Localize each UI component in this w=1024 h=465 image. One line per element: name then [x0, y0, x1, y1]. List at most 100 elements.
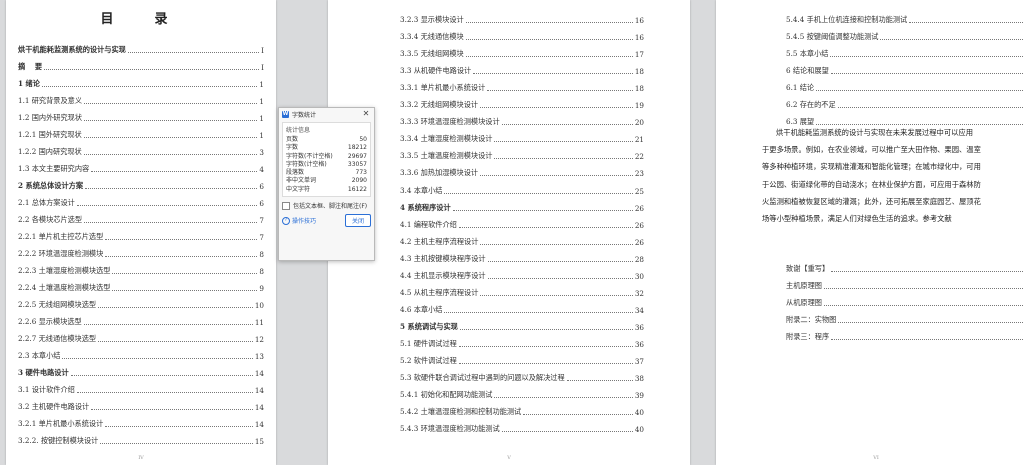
toc-entry[interactable]: 2.2.4 土壤温度检测模块选型 9: [18, 276, 264, 293]
toc-leader-dots: [480, 243, 633, 245]
wps-writer-icon: W: [282, 110, 289, 118]
toc-entry-title: 2.3 本章小结: [18, 351, 61, 360]
toc-entry[interactable]: 5.2 软件调试过程 37: [400, 349, 644, 366]
toc-entry[interactable]: 主机原理图5: [786, 274, 1024, 291]
toc-entry[interactable]: 3.1 设计软件介绍 14: [18, 378, 264, 395]
toc-entry-title: 2.2.4 土壤温度检测模块选型: [18, 283, 111, 292]
toc-entry-title: 5.3 软硬件联合调试过程中遇到的问题以及解决过程: [400, 373, 565, 383]
toc-entry[interactable]: 附录三：程序5: [786, 325, 1024, 342]
toc-entry[interactable]: 摘 要I: [18, 55, 264, 72]
dialog-titlebar[interactable]: W 字数统计 ✕: [279, 108, 374, 120]
checkbox-box[interactable]: [282, 201, 290, 210]
toc-entry-title: 5.5 本章小结: [786, 49, 829, 58]
toc-entry-title: 2.1 总体方案设计: [18, 198, 75, 207]
toc-entry[interactable]: 4.1 编程软件介绍 26: [400, 213, 644, 230]
toc-leader-dots: [458, 226, 633, 228]
toc-entry[interactable]: 3 硬件电路设计 14: [18, 361, 264, 378]
toc-entry[interactable]: 附录二：实物图5: [786, 308, 1024, 325]
toc-entry[interactable]: 从机原理图5: [786, 291, 1024, 308]
toc-entry[interactable]: 5.5 本章小结4: [786, 42, 1024, 59]
toc-entry-page: 36: [634, 322, 644, 332]
toc-entry[interactable]: 3.3.3 环境温湿度检测模块设计 20: [400, 110, 644, 127]
toc-entry[interactable]: 2.2.6 显示模块选型 11: [18, 310, 264, 327]
toc-entry[interactable]: 5.4.4 手机上位机连接和控制功能测试4: [786, 8, 1024, 25]
toc-entry-page: 16: [634, 16, 644, 26]
stat-value: 29697: [347, 152, 367, 160]
toc-entry[interactable]: 3.3.5 土壤温度检测模块设计 22: [400, 144, 644, 161]
toc-entry[interactable]: 5.4.1 初始化和配网功能测试 39: [400, 383, 644, 400]
toc-entry[interactable]: 4.3 主机按键模块程序设计 28: [400, 247, 644, 264]
toc-entry[interactable]: 3.3.2 无线组网模块设计 19: [400, 93, 644, 110]
toc-leader-dots: [487, 260, 633, 262]
toc-entry[interactable]: 3.3.1 单片机最小系统设计 18: [400, 76, 644, 93]
toc-entry[interactable]: 3.3.4 土壤湿度检测模块设计 21: [400, 127, 644, 144]
toc-entry[interactable]: 2.2 各模块芯片选型 7: [18, 208, 264, 225]
toc-entry[interactable]: 2.2.7 无线通信模块选型 12: [18, 327, 264, 344]
toc-entry-page: 38: [634, 374, 644, 384]
toc-entry[interactable]: 4.6 本章小结 34: [400, 298, 644, 315]
toc-entry-page: 16: [634, 33, 644, 43]
toc-entry[interactable]: 5.3 软硬件联合调试过程中遇到的问题以及解决过程 38: [400, 366, 644, 383]
include-textbox-checkbox[interactable]: 包括文本框、脚注和尾注(F): [282, 201, 371, 210]
toc-entry-title: 5.4.4 手机上位机连接和控制功能测试: [786, 15, 908, 24]
toc-entry[interactable]: 5.4.5 按键阈值调整功能测试4: [786, 25, 1024, 42]
toc-entry[interactable]: 1.3 本文主要研究内容 4: [18, 157, 264, 174]
close-button[interactable]: 关闭: [344, 214, 371, 228]
toc-entry[interactable]: 4.2 主机主程序流程设计 26: [400, 230, 644, 247]
toc-entry[interactable]: 6.2 存在的不足4: [786, 93, 1024, 110]
toc-entry[interactable]: 2.2.3 土壤湿度检测模块选型 8: [18, 259, 264, 276]
toc-entry[interactable]: 3.2.2. 按键控制模块设计 15: [18, 429, 264, 446]
toc-leader-dots: [100, 443, 253, 444]
toc-entry[interactable]: 5.4.3 环境温湿度检测功能测试 40: [400, 417, 644, 434]
toc-leader-dots: [83, 324, 253, 325]
toc-entry[interactable]: 2.1 总体方案设计 6: [18, 191, 264, 208]
toc-entry[interactable]: 1.2.1 国外研究现状 1: [18, 123, 264, 140]
toc-entry-title: 3.3.3 环境温湿度检测模块设计: [400, 117, 500, 127]
close-icon[interactable]: ✕: [361, 109, 371, 119]
toc-entry[interactable]: 3.3 从机硬件电路设计 18: [400, 59, 644, 76]
toc-entry-title: 3.1 设计软件介绍: [18, 385, 75, 394]
toc-entry-title: 3.3.4 土壤湿度检测模块设计: [400, 134, 493, 144]
toc-entry[interactable]: 3.3.4 无线通信模块 16: [400, 25, 644, 42]
toc-entry[interactable]: 5.1 硬件调试过程 36: [400, 332, 644, 349]
toc-entry[interactable]: 2.2.1 单片机主控芯片选型 7: [18, 225, 264, 242]
toc-entry-title: 6.2 存在的不足: [786, 100, 836, 109]
toc-entry[interactable]: 6.1 结论4: [786, 76, 1024, 93]
toc-entry[interactable]: 3.3.6 加热加湿模块设计 23: [400, 161, 644, 178]
toc-entry[interactable]: 1.1 研究背景及意义 1: [18, 89, 264, 106]
toc-entry[interactable]: 5.4.2 土壤温湿度检测和控制功能测试 40: [400, 400, 644, 417]
toc-leader-dots: [91, 409, 253, 410]
toc-list-appendix: 致谢【重写】5主机原理图5从机原理图5附录二：实物图5附录三：程序5: [786, 257, 1024, 342]
toc-entry[interactable]: 3.4 本章小结 25: [400, 178, 644, 196]
toc-entry-title: 5 系统调试与实现: [400, 321, 458, 331]
toc-entry-title: 5.4.5 按键阈值调整功能测试: [786, 32, 879, 41]
toc-leader-dots: [831, 339, 1024, 340]
toc-entry[interactable]: 2.3 本章小结 13: [18, 344, 264, 361]
toc-entry[interactable]: 1.2 国内外研究现状 1: [18, 106, 264, 123]
paragraph-line: 于公园、街道绿化带的自动浇水；在林业保护方面，可应用于森林防: [762, 179, 981, 189]
dialog-footer: ? 操作技巧 关闭: [282, 214, 371, 228]
toc-entry[interactable]: 1 绪论 1: [18, 72, 264, 89]
toc-leader-dots: [566, 380, 633, 382]
toc-entry[interactable]: 2.2.5 无线组网模块选型 10: [18, 293, 264, 310]
toc-entry[interactable]: 2 系统总体设计方案 6: [18, 174, 264, 191]
toc-entry-page: 39: [634, 391, 644, 401]
toc-entry-title: 烘干机能耗监测系统的设计与实现: [18, 45, 126, 54]
tips-link[interactable]: ? 操作技巧: [282, 216, 316, 225]
info-icon: ?: [282, 216, 290, 225]
toc-entry[interactable]: 5 系统调试与实现 36: [400, 315, 644, 332]
toc-entry[interactable]: 3.2.3 显示模块设计 16: [400, 8, 644, 25]
toc-entry[interactable]: 4.5 从机主程序流程设计 32: [400, 281, 644, 298]
toc-entry[interactable]: 4.4 主机显示模块程序设计 30: [400, 264, 644, 281]
toc-entry[interactable]: 3.2.1 单片机最小系统设计 14: [18, 412, 264, 429]
toc-leader-dots: [465, 22, 633, 24]
toc-entry[interactable]: 烘干机能耗监测系统的设计与实现 I: [18, 38, 264, 55]
toc-leader-dots: [112, 290, 258, 291]
toc-entry[interactable]: 2.2.2 环境温湿度检测模块 8: [18, 242, 264, 259]
toc-entry[interactable]: 致谢【重写】5: [786, 257, 1024, 274]
toc-entry[interactable]: 3.2 主机硬件电路设计 14: [18, 395, 264, 412]
toc-entry[interactable]: 6 结论和展望4: [786, 59, 1024, 76]
toc-entry[interactable]: 3.3.5 无线组网模块 17: [400, 42, 644, 59]
toc-entry[interactable]: 4 系统程序设计 26: [400, 196, 644, 213]
toc-entry[interactable]: 1.2.2 国内研究现状 3: [18, 140, 264, 157]
